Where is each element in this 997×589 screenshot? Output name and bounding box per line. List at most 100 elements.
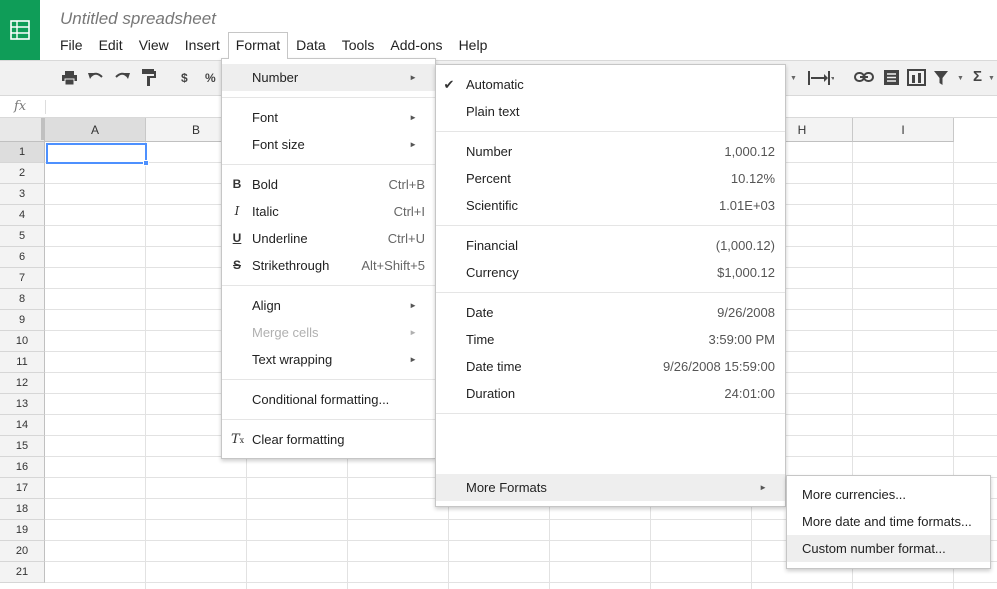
row-header[interactable]: 7 <box>0 268 45 289</box>
row-header[interactable]: 20 <box>0 541 45 562</box>
redo-icon[interactable] <box>114 71 130 83</box>
row-header[interactable]: 12 <box>0 373 45 394</box>
custom-number-format-item[interactable]: Custom number format... <box>787 535 990 562</box>
text-wrap-icon[interactable] <box>808 71 834 85</box>
format-font-size-item[interactable]: Font size ► <box>222 131 435 158</box>
chevron-down-icon[interactable]: ▼ <box>790 75 797 82</box>
format-strikethrough-item[interactable]: S Strikethrough Alt+Shift+5 <box>222 252 435 279</box>
menu-view[interactable]: View <box>131 32 177 58</box>
number-more-formats-label: More Formats <box>466 480 547 495</box>
number-currency-item[interactable]: Currency $1,000.12 <box>436 259 785 286</box>
bold-shortcut: Ctrl+B <box>388 177 425 192</box>
row-header[interactable]: 6 <box>0 247 45 268</box>
row-header[interactable]: 18 <box>0 499 45 520</box>
row-header[interactable]: 17 <box>0 478 45 499</box>
format-font-item[interactable]: Font ► <box>222 104 435 131</box>
chevron-down-icon[interactable]: ▼ <box>988 75 995 82</box>
submenu-arrow-icon: ► <box>409 328 417 337</box>
number-date-time-example: 9/26/2008 15:59:00 <box>662 359 775 374</box>
menu-separator <box>222 285 435 286</box>
print-icon[interactable] <box>62 71 77 85</box>
insert-link-icon[interactable] <box>854 71 874 83</box>
format-italic-item[interactable]: I Italic Ctrl+I <box>222 198 435 225</box>
undo-icon[interactable] <box>88 71 104 83</box>
number-currency-label: Currency <box>466 265 519 280</box>
row-header[interactable]: 8 <box>0 289 45 310</box>
row-header[interactable]: 21 <box>0 562 45 583</box>
number-plain-text-item[interactable]: Plain text <box>436 98 785 125</box>
number-automatic-item[interactable]: ✔ Automatic <box>436 71 785 98</box>
filter-icon[interactable] <box>934 71 948 85</box>
number-financial-item[interactable]: Financial (1,000.12) <box>436 232 785 259</box>
row-header[interactable]: 10 <box>0 331 45 352</box>
row-header[interactable]: 5 <box>0 226 45 247</box>
more-currencies-label: More currencies... <box>802 487 907 502</box>
insert-comment-icon[interactable] <box>884 70 899 85</box>
format-clear-label: Clear formatting <box>252 432 345 447</box>
format-number-item[interactable]: Number ► <box>222 64 435 91</box>
sheets-logo[interactable] <box>0 0 40 60</box>
document-title[interactable]: Untitled spreadsheet <box>60 9 216 29</box>
format-conditional-item[interactable]: Conditional formatting... <box>222 386 435 413</box>
row-header[interactable]: 14 <box>0 415 45 436</box>
number-percent-label: Percent <box>466 171 511 186</box>
more-currencies-item[interactable]: More currencies... <box>787 481 990 508</box>
number-time-item[interactable]: Time 3:59:00 PM <box>436 326 785 353</box>
submenu-arrow-icon: ► <box>759 483 767 492</box>
number-scientific-label: Scientific <box>466 198 519 213</box>
menu-addons[interactable]: Add-ons <box>382 32 450 58</box>
row-header[interactable]: 15 <box>0 436 45 457</box>
row-header[interactable]: 13 <box>0 394 45 415</box>
paint-format-icon[interactable] <box>142 69 156 87</box>
menu-tools[interactable]: Tools <box>334 32 383 58</box>
select-all-corner[interactable] <box>0 118 45 142</box>
format-clear-item[interactable]: Tx Clear formatting <box>222 426 435 453</box>
menu-file[interactable]: File <box>52 32 91 58</box>
italic-shortcut: Ctrl+I <box>393 204 425 219</box>
column-header[interactable]: I <box>853 118 954 142</box>
number-more-formats-item[interactable]: More Formats ► <box>436 474 785 501</box>
chevron-down-icon[interactable]: ▼ <box>957 75 964 82</box>
row-header[interactable]: 19 <box>0 520 45 541</box>
number-duration-item[interactable]: Duration 24:01:00 <box>436 380 785 407</box>
percent-format-icon[interactable]: % <box>205 71 216 85</box>
fill-handle[interactable] <box>143 160 149 166</box>
number-currency-example: $1,000.12 <box>717 265 775 280</box>
underline-shortcut: Ctrl+U <box>387 231 425 246</box>
row-header[interactable]: 1 <box>0 142 45 163</box>
number-number-item[interactable]: Number 1,000.12 <box>436 138 785 165</box>
row-header[interactable]: 11 <box>0 352 45 373</box>
menu-edit[interactable]: Edit <box>91 32 131 58</box>
active-cell[interactable] <box>46 143 147 164</box>
functions-icon[interactable]: Σ <box>973 68 982 85</box>
submenu-arrow-icon: ► <box>409 140 417 149</box>
format-font-size-label: Font size <box>252 137 305 152</box>
row-header[interactable]: 4 <box>0 205 45 226</box>
number-percent-item[interactable]: Percent 10.12% <box>436 165 785 192</box>
row-header[interactable]: 2 <box>0 163 45 184</box>
format-text-wrapping-item[interactable]: Text wrapping ► <box>222 346 435 373</box>
currency-format-icon[interactable]: $ <box>181 71 188 85</box>
custom-number-format-label: Custom number format... <box>802 541 946 556</box>
insert-chart-icon[interactable] <box>907 69 926 86</box>
format-underline-item[interactable]: U Underline Ctrl+U <box>222 225 435 252</box>
more-date-time-item[interactable]: More date and time formats... <box>787 508 990 535</box>
menu-data[interactable]: Data <box>288 32 334 58</box>
row-header[interactable]: 9 <box>0 310 45 331</box>
number-date-time-item[interactable]: Date time 9/26/2008 15:59:00 <box>436 353 785 380</box>
menu-insert[interactable]: Insert <box>177 32 228 58</box>
column-header[interactable]: A <box>45 118 146 142</box>
number-scientific-item[interactable]: Scientific 1.01E+03 <box>436 192 785 219</box>
menu-help[interactable]: Help <box>451 32 496 58</box>
bold-icon: B <box>232 177 242 191</box>
checkmark-icon: ✔ <box>443 77 455 92</box>
number-time-example: 3:59:00 PM <box>708 332 776 347</box>
fx-icon: fx <box>14 99 27 114</box>
row-header[interactable]: 16 <box>0 457 45 478</box>
format-bold-item[interactable]: B Bold Ctrl+B <box>222 171 435 198</box>
format-merge-cells-item: Merge cells ► <box>222 319 435 346</box>
number-date-item[interactable]: Date 9/26/2008 <box>436 299 785 326</box>
format-align-item[interactable]: Align ► <box>222 292 435 319</box>
row-header[interactable]: 3 <box>0 184 45 205</box>
menu-format[interactable]: Format <box>227 32 289 59</box>
